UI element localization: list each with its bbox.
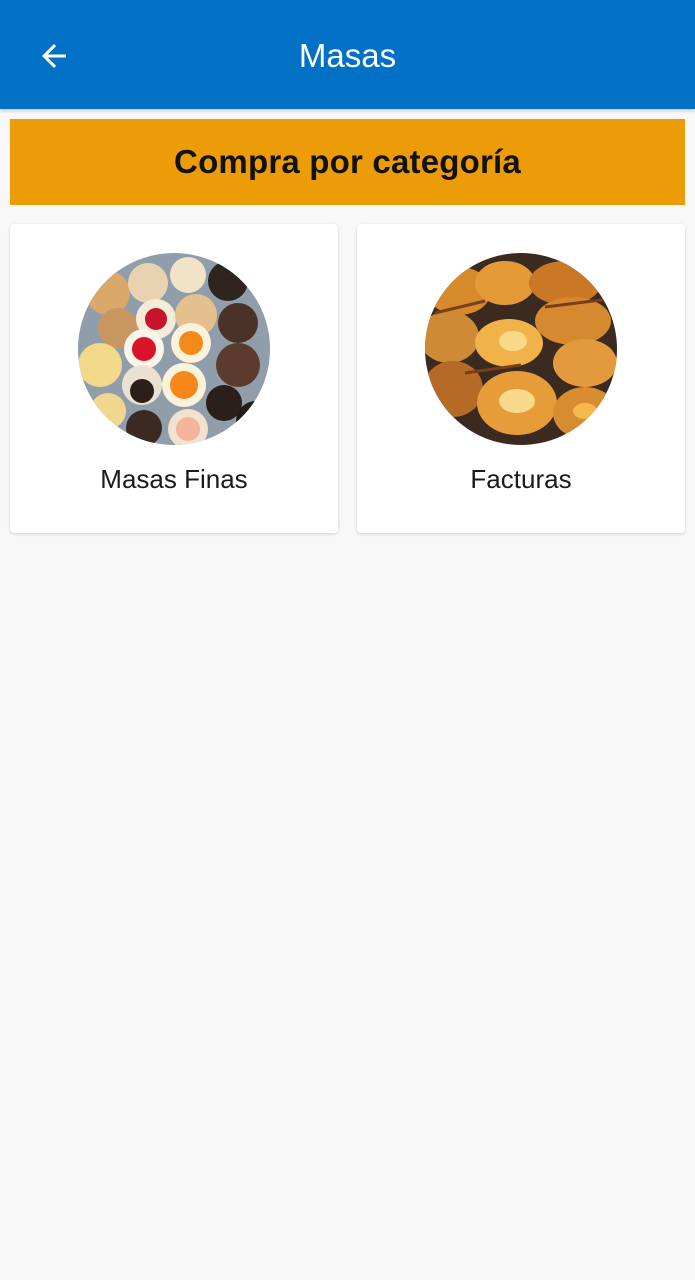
arrow-left-icon [42, 44, 66, 68]
category-card-facturas[interactable]: Facturas [357, 224, 685, 533]
category-banner: Compra por categoría [10, 119, 685, 205]
category-card-masas-finas[interactable]: Masas Finas [10, 224, 338, 533]
app-bar: Masas [0, 0, 695, 109]
facturas-image [425, 253, 617, 445]
category-label-facturas: Facturas [470, 464, 572, 494]
back-button[interactable] [24, 28, 84, 84]
category-label-masas-finas: Masas Finas [100, 464, 248, 494]
category-banner-title: Compra por categoría [174, 143, 521, 180]
page-title: Masas [298, 37, 397, 74]
masas-finas-image [78, 253, 270, 445]
